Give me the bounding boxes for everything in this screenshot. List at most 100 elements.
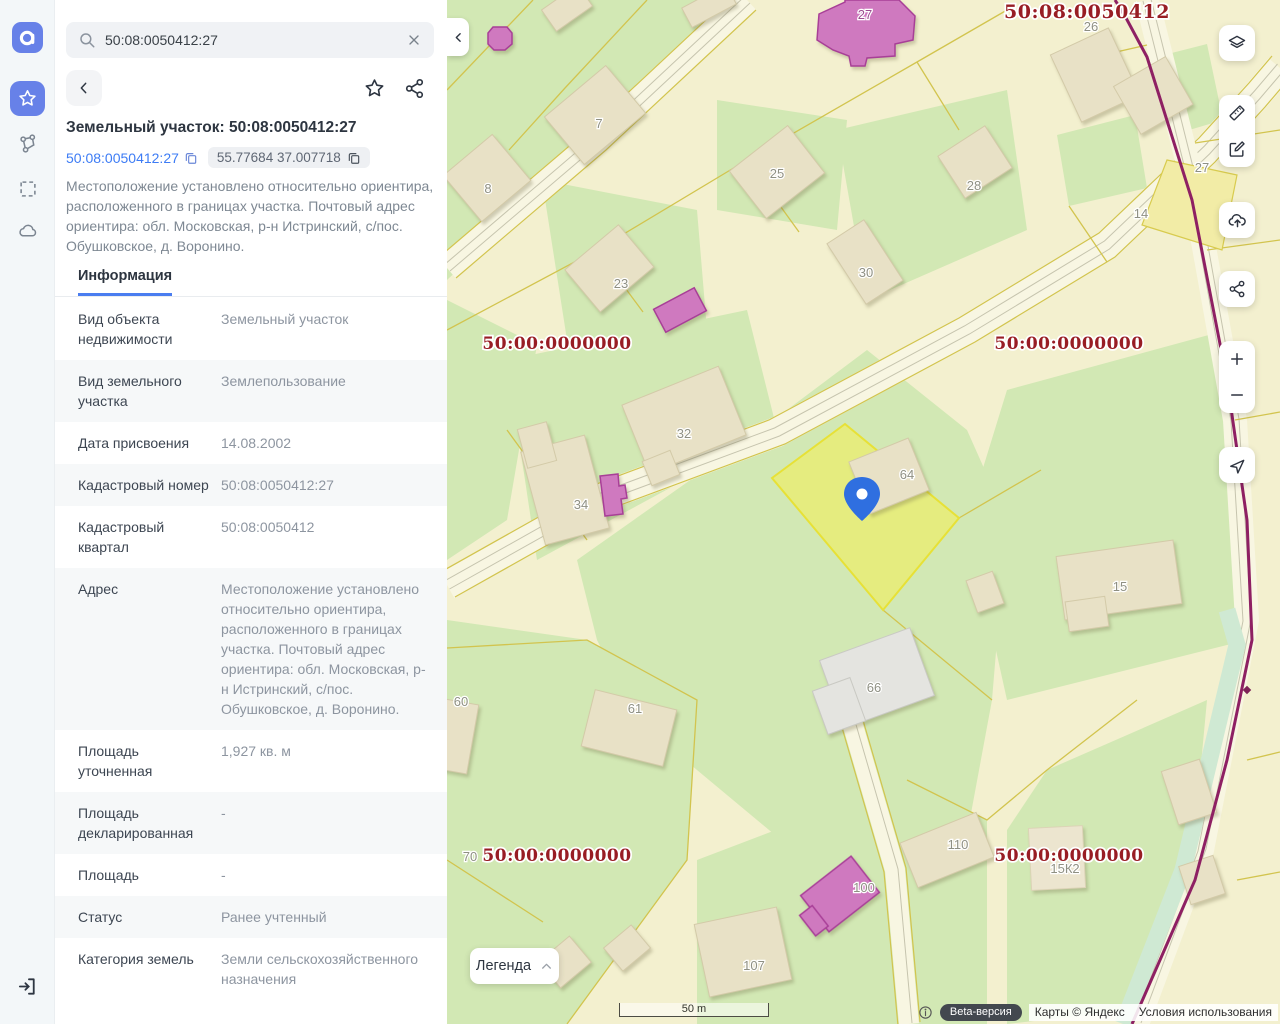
share-icon (403, 77, 426, 100)
map-share-button[interactable] (1219, 271, 1255, 307)
row-value: 50:08:0050412:27 (221, 472, 431, 498)
chevron-up-icon (540, 960, 553, 973)
yandex-copyright-link[interactable]: Карты © Яндекс (1035, 1005, 1125, 1019)
row-value: Местоположение установлено относительно … (221, 576, 431, 722)
parcel-number: 30 (859, 265, 873, 280)
map-canvas[interactable]: 50:08:005041250:00:000000050:00:00000005… (447, 0, 1280, 1024)
sign-in-button[interactable] (15, 974, 40, 999)
upload-button[interactable] (1219, 202, 1255, 238)
row-label: Вид объекта недвижимости (78, 306, 221, 352)
parcel-number: 70 (463, 849, 477, 864)
info-button[interactable] (918, 1005, 933, 1020)
share-icon (1227, 279, 1247, 299)
parcel-number: 66 (867, 680, 881, 695)
table-row: Категория земельЗемли сельскохозяйственн… (55, 938, 447, 1000)
parcel-number: 34 (574, 497, 588, 512)
quarter-label: 50:00:0000000 (482, 846, 631, 866)
parcel-number: 64 (900, 467, 914, 482)
table-row: Площадь- (55, 854, 447, 896)
clear-search-icon[interactable] (406, 32, 422, 48)
table-row: Дата присвоения14.08.2002 (55, 422, 447, 464)
layers-icon (1227, 33, 1247, 53)
parcel-number: 7 (595, 116, 602, 131)
parcel-number: 110 (948, 837, 969, 852)
table-row: Вид объекта недвижимостиЗемельный участо… (55, 298, 447, 360)
parcel-number: 15К2 (1050, 861, 1079, 876)
search-input[interactable] (105, 32, 406, 48)
edit-button[interactable] (1219, 131, 1255, 167)
favorite-button[interactable] (363, 77, 386, 105)
table-row: Площадь декларированная- (55, 792, 447, 854)
parcel-number: 28 (967, 178, 981, 193)
row-value: Земельный участок (221, 306, 431, 352)
copy-icon[interactable] (347, 151, 361, 165)
sign-in-icon (16, 975, 39, 998)
sidebar-item-area-select[interactable] (15, 176, 40, 201)
info-table: Вид объекта недвижимостиЗемельный участо… (55, 298, 447, 1000)
collapse-panel-button[interactable] (447, 18, 469, 56)
zoom-control (1219, 341, 1255, 413)
zoom-out-button[interactable] (1219, 377, 1255, 413)
tabs: Информация (55, 262, 447, 297)
sidebar-item-polygon-tools[interactable] (15, 131, 40, 156)
measure-edit-control (1219, 95, 1255, 167)
beta-badge: Beta-версия (940, 1004, 1022, 1021)
page-title: Земельный участок: 50:08:0050412:27 (66, 119, 438, 137)
row-label: Кадастровый квартал (78, 514, 221, 560)
icon-rail (0, 0, 55, 1024)
copy-icon[interactable] (184, 151, 198, 165)
row-label: Адрес (78, 576, 221, 722)
layers-button[interactable] (1219, 25, 1255, 61)
sidebar-item-favorites[interactable] (10, 81, 45, 116)
parcel-number: 107 (743, 958, 765, 973)
row-value: Землепользование (221, 368, 431, 414)
measure-button[interactable] (1219, 95, 1255, 131)
parcel-number: 32 (677, 426, 691, 441)
parcel-number: 60 (454, 694, 468, 709)
edit-icon (1227, 139, 1247, 159)
chevron-left-icon (76, 80, 92, 96)
row-label: Вид земельного участка (78, 368, 221, 414)
app-logo[interactable] (12, 22, 43, 53)
map-area[interactable]: 50:08:005041250:00:000000050:00:00000005… (447, 0, 1280, 1024)
parcel-number: 8 (484, 181, 491, 196)
upload-control (1219, 202, 1255, 238)
row-value: Земли сельскохозяйственного назначения (221, 946, 431, 992)
row-value: - (221, 862, 431, 888)
parcel-number: 61 (628, 701, 642, 716)
tab-information[interactable]: Информация (78, 262, 172, 296)
coordinates-chip[interactable]: 55.77684 37.007718 (208, 147, 370, 168)
back-button[interactable] (66, 70, 102, 106)
row-value: 14.08.2002 (221, 430, 431, 456)
layers-control (1219, 25, 1255, 61)
row-value: 50:08:0050412 (221, 514, 431, 560)
legend-button[interactable]: Легенда (470, 948, 559, 984)
quarter-label: 50:00:0000000 (994, 334, 1143, 354)
legend-label: Легенда (476, 958, 531, 974)
row-label: Категория земель (78, 946, 221, 992)
cadastral-number-link[interactable]: 50:08:0050412:27 (66, 150, 198, 166)
sidebar-item-cloud-layers[interactable] (15, 218, 40, 243)
table-row: АдресМестоположение установлено относите… (55, 568, 447, 730)
parcel-number: 14 (1134, 206, 1148, 221)
zoom-in-button[interactable] (1219, 341, 1255, 377)
ruler-icon (1227, 103, 1247, 123)
panel-header (66, 70, 434, 106)
search-bar (66, 22, 434, 58)
search-icon (78, 31, 96, 49)
table-row: Кадастровый квартал50:08:0050412 (55, 506, 447, 568)
terms-link[interactable]: Условия использования (1139, 1005, 1272, 1019)
row-value: Ранее учтенный (221, 904, 431, 930)
location-description: Местоположение установлено относительно … (66, 176, 436, 256)
locate-control (1219, 447, 1255, 483)
quarter-label: 50:00:0000000 (482, 334, 631, 354)
table-row: СтатусРанее учтенный (55, 896, 447, 938)
parcel-number: 15 (1113, 579, 1127, 594)
share-button[interactable] (403, 77, 426, 105)
row-label: Площадь декларированная (78, 800, 221, 846)
row-label: Площадь уточненная (78, 738, 221, 784)
locate-button[interactable] (1219, 447, 1255, 483)
parcel-number: 23 (614, 276, 628, 291)
row-value: - (221, 800, 431, 846)
row-label: Дата присвоения (78, 430, 221, 456)
